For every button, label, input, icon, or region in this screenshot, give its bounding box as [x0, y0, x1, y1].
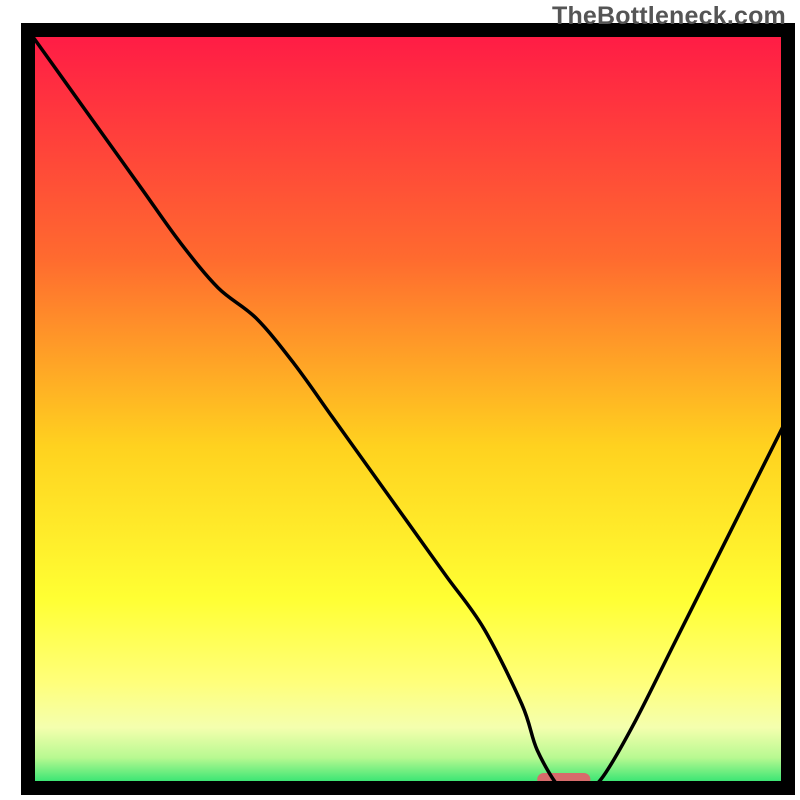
watermark-label: TheBottleneck.com — [552, 2, 786, 31]
chart-canvas — [0, 0, 800, 800]
bottleneck-chart: TheBottleneck.com — [0, 0, 800, 800]
gradient-background — [28, 30, 788, 788]
